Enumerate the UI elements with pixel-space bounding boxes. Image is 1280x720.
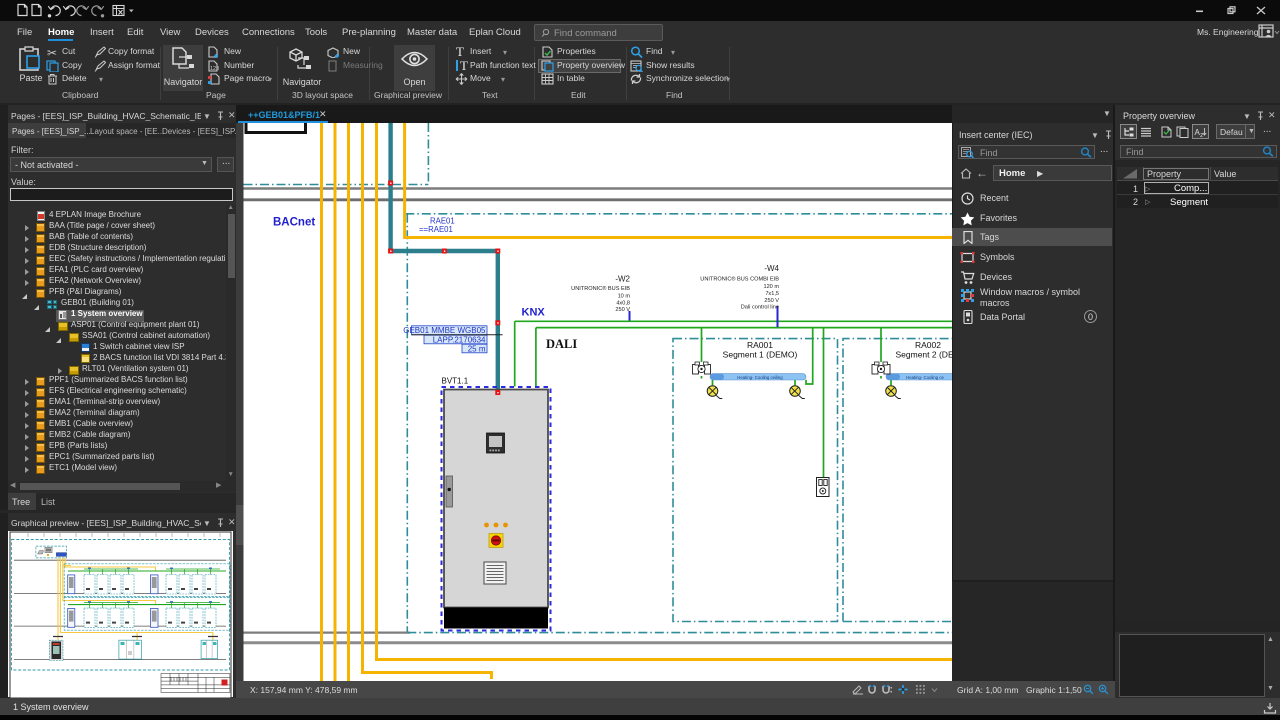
svg-text:25 m: 25 m	[468, 344, 486, 353]
svg-text:z: z	[1200, 132, 1203, 138]
svg-text:Segment 1 (DEMO): Segment 1 (DEMO)	[723, 350, 798, 360]
svg-text:-W2: -W2	[615, 275, 630, 284]
svg-text:KNX: KNX	[522, 307, 546, 319]
svg-text:RA001: RA001	[747, 340, 773, 350]
svg-text:4x0,8: 4x0,8	[616, 300, 630, 306]
svg-text:Heating- Cooling ceiling: Heating- Cooling ceiling	[737, 375, 783, 380]
svg-text:BVT1.1: BVT1.1	[442, 377, 469, 386]
svg-text:Segment 2 (DEM: Segment 2 (DEM	[896, 350, 953, 360]
svg-text:250 V: 250 V	[615, 307, 630, 313]
svg-text:10 m: 10 m	[618, 294, 631, 300]
svg-text:Heating- Cooling ce: Heating- Cooling ce	[906, 375, 944, 380]
svg-text:-W4: -W4	[764, 264, 779, 273]
svg-text:250 V: 250 V	[764, 298, 779, 304]
svg-text:==RAE01: ==RAE01	[419, 225, 453, 234]
svg-text:DALI: DALI	[546, 337, 577, 351]
svg-text:123: 123	[210, 66, 219, 72]
svg-text:BACnet: BACnet	[273, 217, 315, 229]
svg-text:UNITRONIC® BUS COMBI EIB: UNITRONIC® BUS COMBI EIB	[700, 275, 779, 282]
svg-text:7x1,5: 7x1,5	[765, 291, 779, 297]
svg-text:Dali control line: Dali control line	[741, 304, 779, 310]
svg-text:RA002: RA002	[915, 340, 941, 350]
svg-text:LAPP.2170634: LAPP.2170634	[433, 335, 486, 344]
svg-text:120 m: 120 m	[763, 284, 779, 290]
svg-text:UNITRONIC® BUS EIB: UNITRONIC® BUS EIB	[571, 285, 630, 292]
svg-text:GEB01 MMBE WGB05: GEB01 MMBE WGB05	[403, 326, 486, 335]
